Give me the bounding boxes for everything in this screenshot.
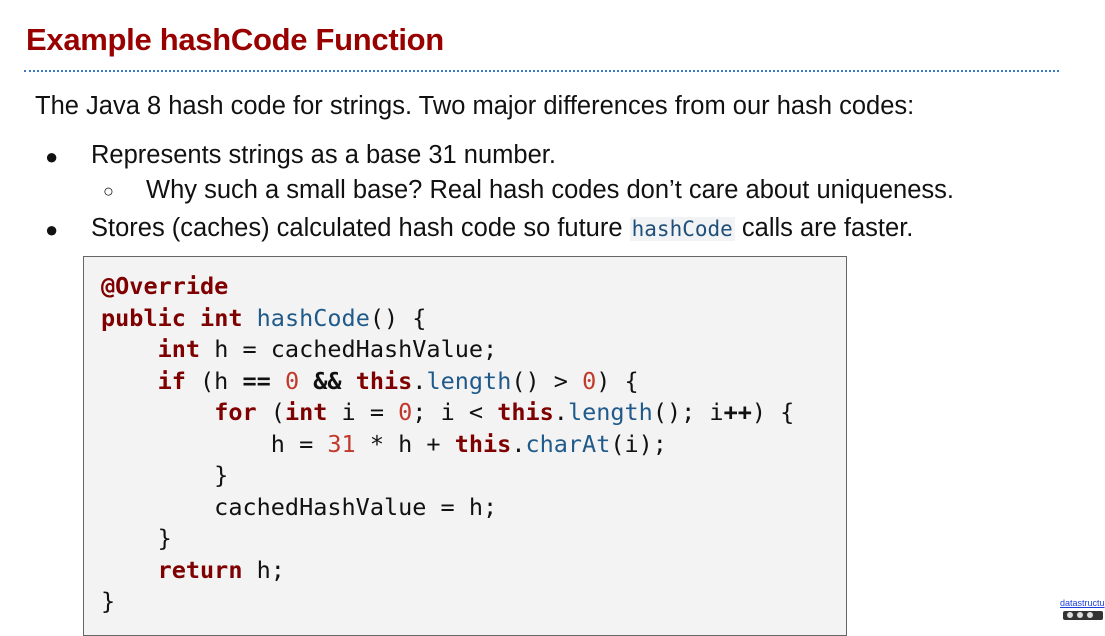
sub-bullet-text: Why such a small base? Real hash codes d… — [146, 176, 954, 204]
inline-code: hashCode — [629, 217, 735, 241]
code-block: @Override public int hashCode() { int h =… — [83, 256, 847, 636]
code-line: } — [101, 461, 229, 489]
code-line: cachedHashValue = h; — [101, 492, 498, 521]
bullet-text: Represents strings as a base 31 number. — [91, 141, 556, 169]
code-line: public int hashCode() { — [101, 303, 427, 332]
code-line: h = 31 * h + this.charAt(i); — [101, 429, 667, 458]
code-line: @Override — [101, 272, 229, 300]
footer-link[interactable]: datastructu — [1060, 598, 1105, 608]
title-divider — [24, 70, 1059, 72]
slide-title: Example hashCode Function — [26, 22, 444, 57]
bullet-text-before: Stores (caches) calculated hash code so … — [91, 214, 630, 242]
bullet-dot-icon: ● — [45, 217, 59, 242]
bullet-dot-icon: ● — [45, 144, 59, 169]
code-listing: @Override public int hashCode() { int h =… — [101, 271, 794, 618]
code-line: } — [101, 587, 116, 615]
code-line: for (int i = 0; i < this.length(); i++) … — [214, 398, 795, 426]
code-line: return h; — [157, 555, 285, 584]
sub-bullet-circle-icon: ○ — [103, 181, 114, 201]
cc-license-icon — [1063, 611, 1103, 620]
intro-text: The Java 8 hash code for strings. Two ma… — [35, 92, 915, 120]
code-line: } — [101, 524, 172, 552]
code-line: if (h == 0 && this.length() > 0) { — [157, 366, 639, 395]
bullet-text: Stores (caches) calculated hash code so … — [91, 214, 913, 243]
bullet-text-after: calls are faster. — [734, 214, 914, 242]
code-line: int h = cachedHashValue; — [157, 335, 498, 363]
